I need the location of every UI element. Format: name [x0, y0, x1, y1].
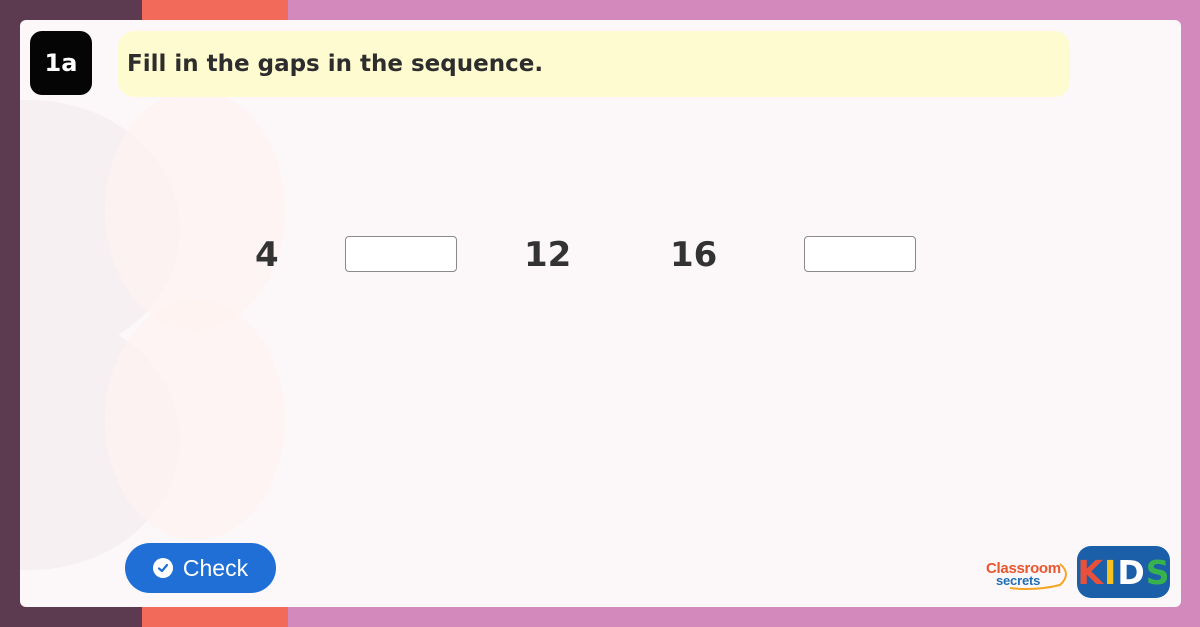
decorative-shape	[105, 90, 285, 330]
kids-logo: K I D S	[1077, 546, 1170, 598]
sequence-number-4: 16	[670, 235, 718, 275]
kids-letter-k: K	[1077, 552, 1104, 592]
classroom-secrets-logo: Classroom secrets	[986, 560, 1072, 590]
kids-letter-i: I	[1104, 552, 1117, 592]
sequence-answer-input-1[interactable]	[345, 236, 457, 272]
sequence-number-3: 12	[524, 235, 572, 275]
question-banner: Fill in the gaps in the sequence.	[118, 31, 1070, 97]
logo-text-secrets: secrets	[996, 573, 1041, 588]
check-circle-icon	[152, 558, 173, 578]
kids-letter-s: S	[1145, 552, 1170, 592]
check-button[interactable]: Check	[125, 543, 276, 593]
decorative-shape	[105, 300, 285, 540]
sequence-number-1: 4	[255, 235, 279, 275]
question-instruction: Fill in the gaps in the sequence.	[127, 51, 544, 77]
kids-letter-d: D	[1117, 552, 1145, 592]
check-button-label: Check	[182, 554, 249, 581]
question-card	[20, 20, 1181, 607]
question-number-badge: 1a	[30, 31, 92, 95]
sequence-answer-input-2[interactable]	[804, 236, 916, 272]
